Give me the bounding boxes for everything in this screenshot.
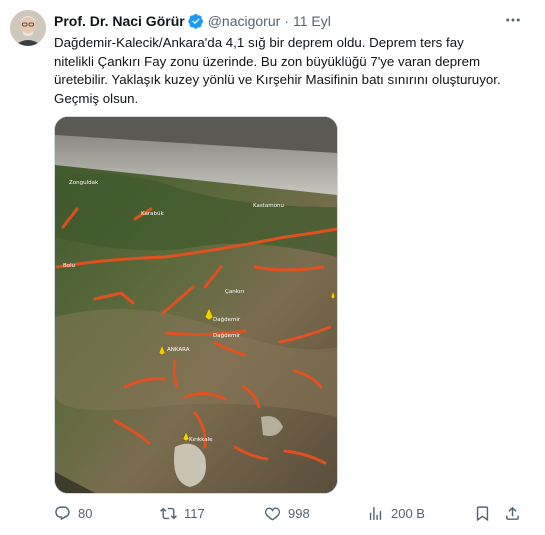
- avatar[interactable]: [10, 10, 46, 46]
- tweet-card: Prof. Dr. Naci Görür @nacigorur · 11 Eyl…: [0, 0, 545, 535]
- tweet-text: Dağdemir-Kalecik/Ankara'da 4,1 sığ bir d…: [54, 34, 524, 108]
- map-label: Karabük: [141, 211, 164, 217]
- tweet-date[interactable]: 11 Eyl: [293, 13, 331, 29]
- views-count: 200 B: [391, 505, 425, 521]
- more-dots-icon[interactable]: [503, 12, 523, 28]
- reply-icon: [55, 505, 70, 520]
- bookmark-icon: [476, 505, 489, 521]
- separator-dot: ·: [284, 13, 289, 29]
- reply-count: 80: [78, 505, 93, 521]
- tweet-text-line: Dağdemir-Kalecik/Ankara'da 4,1 sığ bir d…: [54, 35, 464, 50]
- map-label: Dağdemir: [213, 332, 241, 339]
- map-label: Kastamonu: [253, 203, 284, 209]
- map-label: Zonguldak: [69, 180, 99, 186]
- retweet-icon: [160, 507, 177, 519]
- retweet-count: 117: [184, 505, 205, 521]
- tweet-photo[interactable]: Zonguldak Karabük Kastamonu Bolu Çankırı…: [54, 116, 338, 494]
- like-button[interactable]: 998: [264, 505, 310, 522]
- views-icon: [369, 506, 382, 520]
- like-count: 998: [288, 505, 310, 521]
- tweet-text-line: üretebilir. Yaklaşık kuzey yönlü ve Kırş…: [54, 72, 501, 87]
- tweet-text-line: nitelikli Çankırı Fay zonu üzerinde. Bu …: [54, 53, 481, 69]
- map-label: ANKARA: [167, 347, 190, 353]
- retweet-button[interactable]: 117: [160, 505, 205, 522]
- bookmark-button[interactable]: [474, 505, 491, 522]
- tweet-actions: 80 117 998 200 B: [54, 503, 524, 523]
- share-icon: [506, 506, 519, 520]
- author-handle[interactable]: @nacigorur: [208, 13, 281, 29]
- tweet-text-line: Geçmiş olsun.: [54, 90, 139, 106]
- views-button[interactable]: 200 B: [367, 505, 425, 522]
- tweet-header: Prof. Dr. Naci Görür @nacigorur · 11 Eyl: [54, 11, 331, 31]
- map-label: Dağdemir: [213, 316, 241, 323]
- map-label: Bolu: [63, 263, 75, 269]
- map-photo: Zonguldak Karabük Kastamonu Bolu Çankırı…: [55, 117, 337, 493]
- verified-badge-icon: [188, 14, 203, 29]
- share-button[interactable]: [504, 505, 521, 522]
- map-label: Kırıkkale: [189, 437, 213, 443]
- map-label: Çankırı: [225, 289, 245, 295]
- author-name[interactable]: Prof. Dr. Naci Görür: [54, 13, 185, 29]
- heart-icon: [264, 506, 281, 521]
- reply-button[interactable]: 80: [54, 505, 92, 522]
